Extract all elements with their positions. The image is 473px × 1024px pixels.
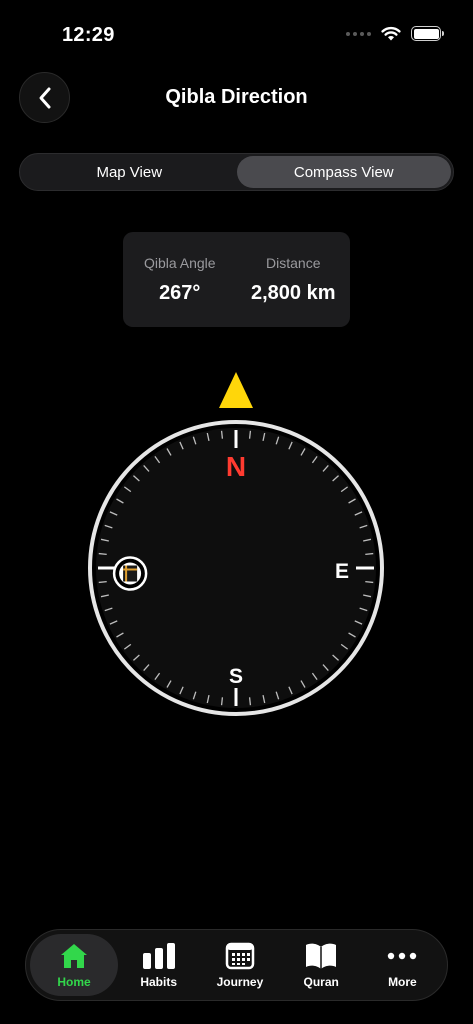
map-view-tab[interactable]: Map View bbox=[22, 156, 237, 188]
tab-quran[interactable]: Quran bbox=[281, 934, 362, 996]
cellular-signal-icon bbox=[346, 31, 371, 36]
distance-block: Distance 2,800 km bbox=[237, 232, 351, 327]
compass-minor-tick bbox=[220, 430, 224, 439]
compass-dial: N E S bbox=[88, 372, 384, 716]
east-label: E bbox=[335, 560, 349, 583]
wifi-icon bbox=[381, 26, 401, 41]
qibla-angle-value: 267° bbox=[159, 282, 201, 304]
compass-minor-tick bbox=[365, 580, 374, 584]
kaaba-icon bbox=[112, 556, 148, 591]
tab-journey[interactable]: Journey bbox=[199, 934, 280, 996]
south-label: S bbox=[229, 665, 243, 688]
compass-minor-tick bbox=[98, 552, 107, 556]
home-icon bbox=[57, 941, 91, 971]
view-toggle: Map View Compass View bbox=[19, 153, 454, 191]
qibla-info-card: Qibla Angle 267° Distance 2,800 km bbox=[123, 232, 350, 327]
tab-home-label: Home bbox=[57, 975, 91, 989]
calendar-icon bbox=[223, 941, 257, 971]
qibla-angle-label: Qibla Angle bbox=[143, 255, 216, 271]
status-icons bbox=[346, 26, 444, 41]
tab-habits-label: Habits bbox=[140, 975, 178, 989]
compass-view-tab[interactable]: Compass View bbox=[236, 156, 451, 188]
distance-value: 2,800 km bbox=[250, 282, 336, 304]
page-title: Qibla Direction bbox=[165, 86, 308, 108]
status-time: 12:29 bbox=[62, 24, 115, 46]
more-icon bbox=[385, 941, 419, 971]
compass-minor-tick bbox=[248, 430, 252, 439]
qibla-angle-block: Qibla Angle 267° bbox=[123, 232, 237, 327]
tab-more-label: More bbox=[388, 975, 417, 989]
tab-more[interactable]: More bbox=[362, 934, 443, 996]
tab-journey-label: Journey bbox=[216, 975, 264, 989]
tab-home[interactable]: Home bbox=[30, 934, 119, 996]
compass-minor-tick bbox=[248, 697, 252, 706]
qibla-screen: 12:29 Qibla Direction Map View Compass V… bbox=[0, 0, 473, 1024]
compass-minor-tick bbox=[98, 580, 107, 584]
distance-label: Distance bbox=[266, 255, 321, 271]
tab-habits[interactable]: Habits bbox=[118, 934, 199, 996]
north-label: N bbox=[226, 451, 246, 482]
battery-icon bbox=[411, 26, 444, 41]
book-icon bbox=[304, 941, 338, 971]
tab-bar: Home Habits Journey Quran More bbox=[25, 929, 448, 1001]
direction-pointer-icon bbox=[219, 372, 253, 408]
tab-quran-label: Quran bbox=[303, 975, 339, 989]
bar-chart-icon bbox=[142, 941, 176, 971]
compass-minor-tick bbox=[365, 552, 374, 556]
compass-minor-tick bbox=[220, 697, 224, 706]
compass: N E S bbox=[88, 370, 386, 720]
